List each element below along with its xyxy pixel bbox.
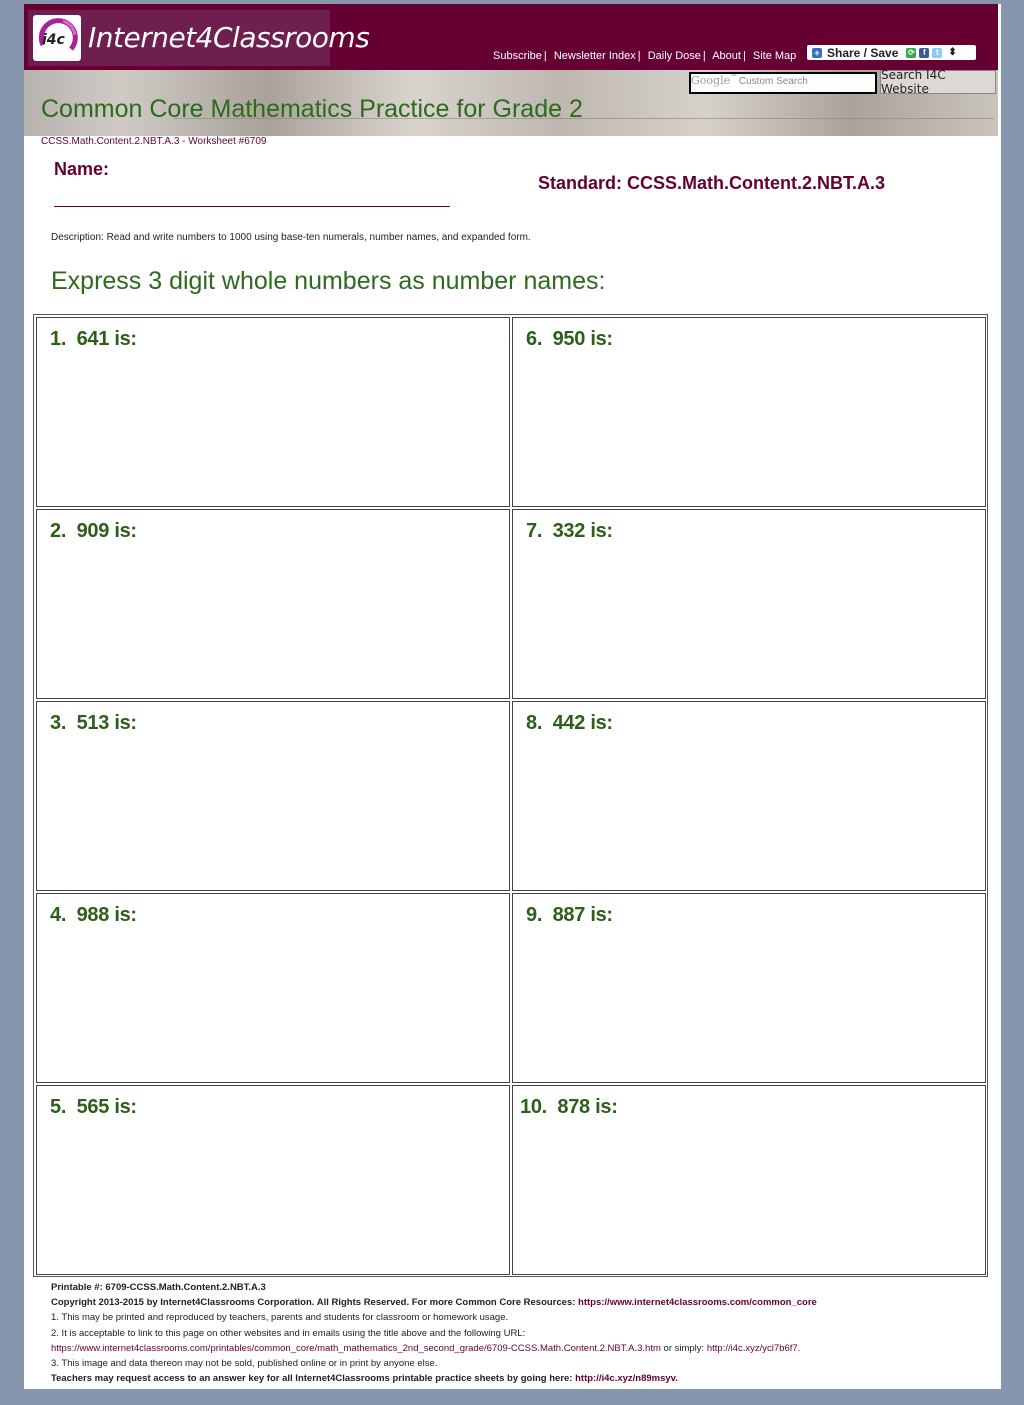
question-label: 10. 878 is:: [520, 1096, 618, 1118]
search-button[interactable]: Search I4C Website: [880, 68, 996, 96]
question-cell: 1. 641 is:: [36, 317, 510, 507]
question-cell: 9. 887 is:: [512, 893, 986, 1083]
copyright: Copyright 2013-2015 by Internet4Classroo…: [51, 1295, 817, 1310]
nav-site-map[interactable]: Site Map: [753, 50, 796, 62]
question-cell: 6. 950 is:: [512, 317, 986, 507]
question-cell: 2. 909 is:: [36, 509, 510, 699]
plus-icon: +: [812, 47, 822, 58]
site-header: i4c Internet4Classrooms Subscribe | Newsl…: [24, 4, 998, 70]
note-2: 2. It is acceptable to link to this page…: [51, 1327, 526, 1339]
nav-about[interactable]: About: [712, 50, 741, 62]
printable-number: Printable #: 6709-CCSS.Math.Content.2.NB…: [51, 1282, 266, 1293]
answer-key-link[interactable]: http://i4c.xyz/n89msyv.: [575, 1373, 678, 1384]
question-label: 8. 442 is:: [526, 712, 613, 734]
url-or-text: or simply:: [660, 1342, 707, 1354]
name-label: Name:: [54, 159, 110, 179]
search-placeholder: Custom Search: [738, 76, 808, 87]
note-3: 3. This image and data thereon may not b…: [51, 1358, 438, 1370]
share-save-button[interactable]: + Share / Save ⟳ f t ⬍: [807, 45, 976, 60]
short-url-link[interactable]: http://i4c.xyz/ycl7b6f7: [707, 1343, 798, 1354]
answer-key-note: Teachers may request access to an answer…: [51, 1371, 817, 1386]
nav-subscribe[interactable]: Subscribe: [493, 50, 542, 62]
twitter-icon[interactable]: t: [932, 47, 943, 58]
top-navigation: Subscribe | Newsletter Index | Daily Dose |…: [493, 50, 797, 62]
nav-newsletter-index[interactable]: Newsletter Index: [554, 50, 636, 62]
question-cell: 3. 513 is:: [36, 701, 510, 891]
question-label: 5. 565 is:: [50, 1096, 137, 1118]
note-1: 1. This may be printed and reproduced by…: [51, 1312, 509, 1324]
question-label: 7. 332 is:: [526, 520, 613, 542]
facebook-icon[interactable]: f: [919, 47, 930, 58]
common-core-link[interactable]: https://www.internet4classrooms.com/comm…: [578, 1297, 817, 1308]
footer: Printable #: 6709-CCSS.Math.Content.2.NB…: [51, 1280, 817, 1386]
standard-label: Standard: CCSS.Math.Content.2.NBT.A.3: [538, 173, 886, 193]
question-cell: 10. 878 is:: [512, 1085, 986, 1275]
question-cell: 8. 442 is:: [512, 701, 986, 891]
nav-daily-dose[interactable]: Daily Dose: [648, 50, 701, 62]
chevron-updown-icon[interactable]: ⬍: [948, 47, 956, 58]
share-icon[interactable]: ⟳: [906, 47, 917, 58]
page: i4c Internet4Classrooms Subscribe | Newsl…: [24, 4, 1001, 1389]
question-cell: 4. 988 is:: [36, 893, 510, 1083]
i4c-logo-icon: i4c: [33, 15, 81, 61]
question-label: 2. 909 is:: [50, 520, 137, 542]
search-input[interactable]: Google™ Custom Search: [689, 72, 877, 94]
question-cell: 5. 565 is:: [36, 1085, 510, 1275]
name-line: [54, 206, 450, 207]
site-logo[interactable]: i4c Internet4Classrooms: [28, 10, 370, 66]
share-label: Share / Save: [827, 45, 899, 60]
question-label: 3. 513 is:: [50, 712, 137, 734]
question-label: 4. 988 is:: [50, 904, 137, 926]
question-cell: 7. 332 is:: [512, 509, 986, 699]
svg-text:i4c: i4c: [42, 32, 66, 48]
answer-key-text: Teachers may request access to an answer…: [51, 1373, 576, 1385]
instruction-heading: Express 3 digit whole numbers as number …: [51, 267, 606, 295]
question-label: 1. 641 is:: [50, 328, 137, 350]
copyright-text: Copyright 2013-2015 by Internet4Classroo…: [51, 1297, 579, 1309]
page-title: Common Core Mathematics Practice for Gra…: [41, 95, 583, 123]
url-line: https://www.internet4classrooms.com/prin…: [51, 1342, 801, 1354]
page-url-link[interactable]: https://www.internet4classrooms.com/prin…: [51, 1343, 661, 1354]
logo-text: Internet4Classrooms: [88, 21, 370, 54]
description: Description: Read and write numbers to 1…: [51, 232, 531, 243]
search-brand: Google: [691, 74, 731, 87]
breadcrumb: CCSS.Math.Content.2.NBT.A.3 - Worksheet …: [41, 136, 267, 147]
question-grid: 1. 641 is: 2. 909 is: 3. 513 is: 4. 988 …: [33, 314, 988, 1277]
question-label: 6. 950 is:: [526, 328, 613, 350]
question-label: 9. 887 is:: [526, 904, 613, 926]
